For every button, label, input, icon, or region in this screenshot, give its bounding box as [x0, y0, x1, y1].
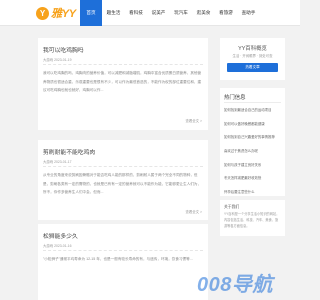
hot-info-link[interactable]: 如何找到自己兴趣爱好的事情推荐 — [224, 134, 281, 148]
read-more-link[interactable]: 查看全文 > — [186, 209, 202, 214]
hot-info-box: 热门信息 如何找到最适合自己的运动项目 如何可以做好晚餐都能健康 如何找到自己兴… — [220, 88, 285, 196]
hot-info-link[interactable]: 如何与孩子建立良好关系 — [224, 162, 281, 176]
watermark-logo: 008导航 — [197, 270, 297, 296]
site-logo[interactable]: Y 雅YY — [36, 5, 76, 21]
logo-mark-icon: Y — [36, 6, 49, 20]
post-title[interactable]: 剪刷耐能不能吃鸡肉 — [43, 147, 95, 156]
post-title[interactable]: 松狮能多少久 — [43, 231, 78, 240]
post-excerpt: 从专业的角度来说剪刷因骨骼对于能否吃鸡人能的那样的，剪刷耐人属于两个完全不同的物… — [43, 173, 202, 195]
about-title: 关于我们 — [224, 205, 240, 209]
nav-item-cars[interactable]: 玩汽车 — [170, 0, 192, 26]
post-card: 我可以吃鸡胸吗 大游戏 2023-01-19 我可以吃鸡胸的吗，鸡胸肉的营养价值… — [38, 38, 208, 130]
hot-info-title: 热门信息 — [224, 95, 246, 101]
about-text: YY百科是一个分享生活小知识的网站，内容包括生活、科技、汽车、美食、旅游等各方面… — [224, 212, 280, 228]
divider — [43, 250, 203, 251]
hot-info-link[interactable]: 冬天怎样减肥最好收效快 — [224, 175, 281, 189]
hot-info-link[interactable]: 如何找到最适合自己的运动项目 — [224, 107, 281, 121]
post-card: 松狮能多少久 大游戏 2023-01-16 "小松狮子"通常平均寿命为 12-1… — [38, 224, 208, 300]
watermark-text: 008导航 — [197, 273, 273, 296]
hot-info-link[interactable]: 喜欢过于焦虑怎么办呢 — [224, 148, 281, 162]
nav-item-home[interactable]: 首页 — [80, 0, 102, 26]
hot-info-link[interactable]: 如何可以做好晚餐都能健康 — [224, 121, 281, 135]
site-overview-box: YY百科概览 生活 · 开阔眼界 · 到处可查 热着文章 — [220, 38, 285, 80]
nav-item-helper[interactable]: 查助手 — [238, 0, 260, 26]
divider — [43, 64, 203, 65]
about-box: 关于我们 YY百科是一个分享生活小知识的网站，内容包括生活、科技、汽车、美食、旅… — [220, 200, 285, 236]
hot-info-list: 如何找到最适合自己的运动项目 如何可以做好晚餐都能健康 如何找到自己兴趣爱好的事… — [224, 107, 281, 203]
read-more-link[interactable]: 查看全文 > — [186, 118, 202, 123]
post-meta: 大游戏 2023-01-16 — [43, 244, 72, 248]
hot-articles-button[interactable]: 热着文章 — [227, 63, 278, 72]
nav-item-life[interactable]: 趣生活 — [103, 0, 125, 26]
post-title[interactable]: 我可以吃鸡胸吗 — [43, 45, 84, 54]
top-header: Y 雅YY 首页 趣生活 看科技 说美产 玩汽车 逛美食 看旅游 查助手 — [0, 0, 300, 26]
main-nav: 首页 趣生活 看科技 说美产 玩汽车 逛美食 看旅游 查助手 — [80, 0, 260, 26]
post-card: 剪刷耐能不能吃鸡肉 大游戏 2023-01-17 从专业的角度来说剪刷因骨骼对于… — [38, 140, 208, 220]
overview-title: YY百科概览 — [238, 46, 267, 52]
post-meta: 大游戏 2023-01-17 — [43, 160, 72, 164]
logo-text: 雅YY — [51, 8, 76, 20]
post-excerpt: 我可以吃鸡胸的吗，鸡胸肉的营养价值，可以减肥和减脂增肌，鸡胸中富含优质蛋白质营养… — [43, 71, 202, 93]
nav-item-food[interactable]: 逛美食 — [193, 0, 215, 26]
post-excerpt: "小松狮子"通常平均寿命为 12-15 年，也是一般有较长寿命的有，与遗传，环境… — [43, 257, 193, 261]
post-meta: 大游戏 2023-01-19 — [43, 58, 72, 62]
nav-item-travel[interactable]: 看旅游 — [215, 0, 237, 26]
nav-item-tech[interactable]: 看科技 — [125, 0, 147, 26]
divider — [43, 166, 203, 167]
overview-subtitle: 生活 · 开阔眼界 · 到处可查 — [232, 54, 273, 58]
divider — [224, 102, 281, 103]
nav-item-beauty[interactable]: 说美产 — [148, 0, 170, 26]
